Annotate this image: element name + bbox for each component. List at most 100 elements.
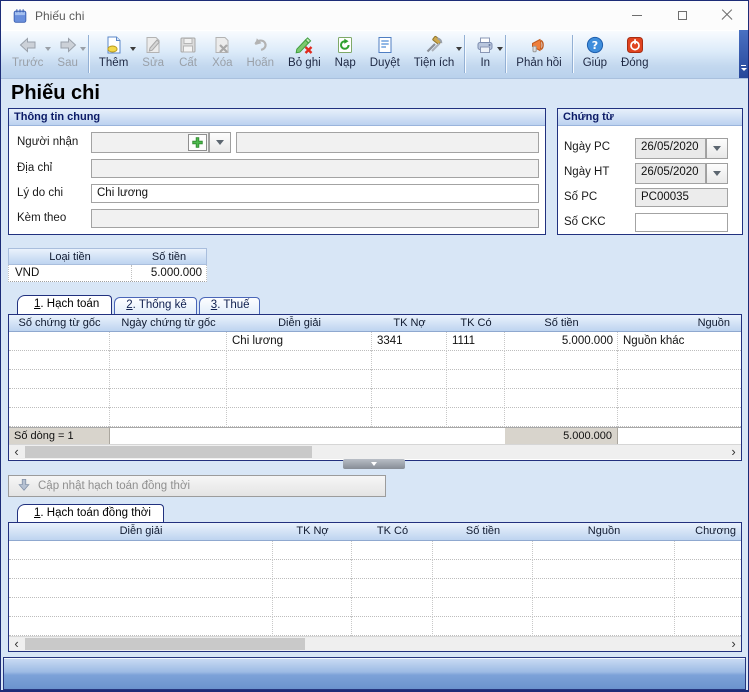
dropdown-caret-icon [80,47,86,54]
recipient-label: Người nhận [17,133,78,152]
row-count-cell: Số dòng = 1 [9,428,110,444]
power-icon [625,34,645,55]
reload-button[interactable]: Nạp [328,31,363,77]
horizontal-scrollbar[interactable]: ‹ › [9,444,741,459]
save-icon [178,34,198,55]
currency-table-header: Loại tiền Số tiền [8,248,207,265]
add-icon[interactable] [188,134,207,151]
help-button[interactable]: ? Giúp [576,31,614,77]
currency-row[interactable]: VND 5.000.000 [8,265,207,282]
simultaneous-grid-empty-row[interactable] [9,617,741,636]
recipient-dropdown-button[interactable] [209,132,231,153]
update-down-arrow-icon [16,477,32,496]
accounting-grid-empty-row[interactable] [9,389,741,408]
feedback-button[interactable]: Phản hồi [509,31,568,77]
date-ht-dropdown-button[interactable] [706,163,728,184]
ckc-no-label: Số CKC [564,213,606,232]
megaphone-icon [529,34,549,55]
general-info-groupbox: Thông tin chung Người nhận Địa chỉ Lý do… [8,108,546,235]
forward-button[interactable]: Sau [50,31,84,77]
scrollbar-thumb[interactable] [25,446,312,458]
new-document-icon [104,34,124,55]
tab-hach-toan-dong-thoi[interactable]: 1. Hạch toán đồng thời [17,504,164,522]
accounting-grid-empty-row[interactable] [9,370,741,389]
scroll-left-icon[interactable]: ‹ [9,637,24,651]
tab-hach-toan[interactable]: 1. Hạch toán [17,295,112,314]
date-ht-field[interactable]: 26/05/2020 [635,163,706,184]
simultaneous-tabstrip: 1. Hạch toán đồng thời [17,504,164,522]
ckc-no-field[interactable] [635,213,728,232]
document-header: Chứng từ [558,109,742,126]
approve-document-icon [375,34,395,55]
save-button[interactable]: Cất [171,31,205,77]
reload-icon [335,34,355,55]
accounting-tabstrip: 1. Hạch toán 2. Thống kê 3. Thuế [17,295,260,314]
address-label: Địa chỉ [17,159,52,178]
forward-arrow-icon [58,34,78,55]
accounting-grid-empty-row[interactable] [9,351,741,370]
scrollbar-thumb[interactable] [25,638,305,650]
simultaneous-grid: Diễn giải TK Nợ TK Có Số tiền Nguồn Chươ… [8,522,742,652]
simultaneous-grid-empty-row[interactable] [9,579,741,598]
dropdown-caret-icon [497,47,503,54]
svg-text:?: ? [592,39,598,52]
address-field[interactable] [91,159,539,178]
update-simultaneous-button[interactable]: Cập nhật hạch toán đồng thời [8,475,386,497]
utilities-button[interactable]: Tiện ích [407,31,461,77]
simultaneous-grid-empty-row[interactable] [9,598,741,617]
scroll-right-icon[interactable]: › [726,637,741,651]
horizontal-scrollbar[interactable]: ‹ › [9,636,741,651]
toolbar: Trước Sau Thêm [1,30,748,79]
close-window-button[interactable]: Đóng [614,31,656,77]
accounting-grid-empty-row[interactable] [9,408,741,427]
close-icon[interactable] [712,4,742,26]
total-amount-cell: 5.000.000 [505,428,618,444]
currency-type-cell: VND [9,265,131,281]
tools-icon [424,34,444,55]
tab-thue[interactable]: 3. Thuế [199,297,260,314]
simultaneous-grid-empty-row[interactable] [9,541,741,560]
add-button[interactable]: Thêm [92,31,135,77]
attachment-field[interactable] [91,209,539,228]
date-pc-field[interactable]: 26/05/2020 [635,138,706,159]
voucher-no-field[interactable]: PC00035 [635,188,728,207]
back-button[interactable]: Trước [5,31,50,77]
status-bar [3,657,746,690]
app-window: Phiếu chi Trước Sau [0,0,749,692]
help-icon: ? [585,34,605,55]
scroll-left-icon[interactable]: ‹ [9,445,24,459]
toolbar-separator [505,35,506,73]
edit-button[interactable]: Sửa [135,31,171,77]
simultaneous-grid-empty-row[interactable] [9,560,741,579]
simultaneous-grid-header: Diễn giải TK Nợ TK Có Số tiền Nguồn Chươ… [9,523,741,541]
splitter-down-icon[interactable] [343,459,405,469]
accounting-grid-row[interactable]: Chi lương 3341 1111 5.000.000 Nguồn khác [9,332,741,351]
tab-thong-ke[interactable]: 2. Thống kê [114,297,197,314]
toolbar-separator [88,35,89,73]
voucher-no-label: Số PC [564,188,597,207]
maximize-icon[interactable] [667,4,697,26]
page-title: Phiếu chi [11,82,100,105]
attachment-label: Kèm theo [17,209,66,228]
cancel-write-icon [294,34,314,55]
currency-amount-cell: 5.000.000 [131,265,205,281]
recipient-name-field[interactable] [236,132,539,153]
currency-table: Loại tiền Số tiền VND 5.000.000 [8,248,207,282]
minimize-icon[interactable] [622,4,652,26]
accounting-grid-footer: Số dòng = 1 5.000.000 [9,427,741,444]
approve-button[interactable]: Duyệt [363,31,407,77]
delete-document-icon [212,34,232,55]
toolbar-overflow-chevron-icon[interactable] [739,30,748,78]
currency-type-header: Loại tiền [9,249,131,265]
reason-field[interactable]: Chi lương [91,184,539,203]
print-button[interactable]: In [468,31,502,77]
scroll-right-icon[interactable]: › [726,445,741,459]
cancel-record-button[interactable]: Bỏ ghi [281,31,328,77]
back-arrow-icon [18,34,38,55]
date-pc-dropdown-button[interactable] [706,138,728,159]
delete-button[interactable]: Xóa [205,31,239,77]
notepad-icon [11,7,29,28]
window-controls [622,4,742,26]
undo-button[interactable]: Hoãn [240,31,282,77]
currency-amount-header: Số tiền [131,249,207,265]
